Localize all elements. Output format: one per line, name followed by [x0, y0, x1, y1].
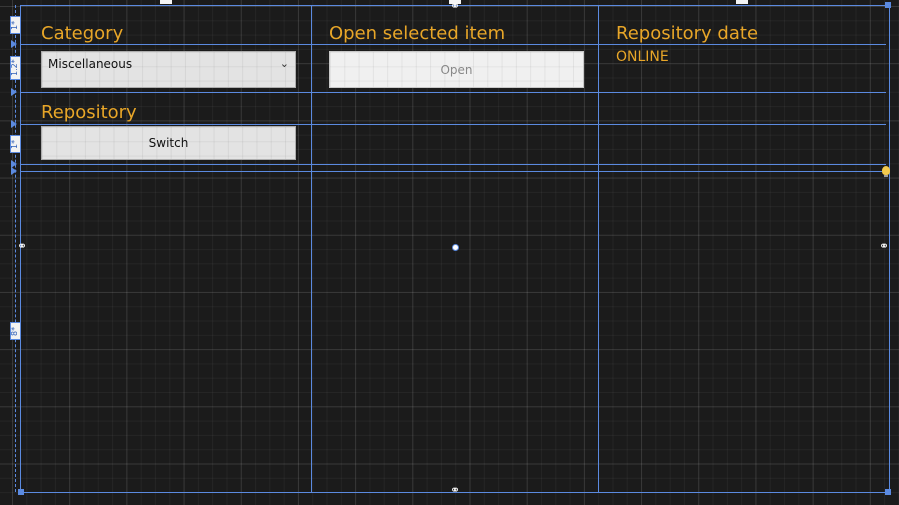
lightbulb-icon[interactable]: [882, 166, 890, 177]
switch-button-label: Switch: [148, 136, 189, 150]
row-divider: [20, 92, 886, 93]
row-marker-arrow[interactable]: [11, 40, 17, 48]
row-ruler-4[interactable]: 8*: [10, 322, 21, 340]
column-marker[interactable]: [160, 0, 172, 4]
chevron-down-icon[interactable]: ⌄: [280, 57, 289, 70]
category-combobox[interactable]: Miscellaneous ⌄: [41, 51, 296, 88]
row-divider: [20, 164, 886, 165]
anchor-icon[interactable]: ⚭: [450, 0, 460, 12]
row-ruler-3[interactable]: 1*: [10, 135, 21, 153]
open-button-label: Open: [440, 62, 473, 77]
repository-label: Repository: [41, 102, 137, 123]
center-handle[interactable]: [452, 244, 459, 251]
row-marker-arrow[interactable]: [11, 167, 17, 175]
row-divider: [20, 171, 886, 172]
category-label: Category: [41, 23, 124, 44]
row-marker-arrow[interactable]: [11, 88, 17, 96]
repository-date-label: Repository date: [616, 23, 759, 44]
anchor-icon[interactable]: ⚭: [17, 240, 27, 252]
anchor-icon[interactable]: ⚭: [879, 240, 889, 252]
resize-handle[interactable]: [885, 2, 891, 8]
open-button[interactable]: Open: [329, 51, 584, 88]
column-marker[interactable]: [736, 0, 748, 4]
row-ruler-1[interactable]: 1*: [10, 16, 21, 34]
column-divider: [311, 5, 312, 492]
open-selected-item-label: Open selected item: [329, 23, 506, 44]
resize-handle[interactable]: [885, 489, 891, 495]
switch-button[interactable]: Switch: [41, 126, 296, 160]
grid-border-right: [889, 5, 890, 492]
column-divider: [598, 5, 599, 492]
resize-handle[interactable]: [18, 489, 24, 495]
row-marker-arrow[interactable]: [11, 120, 17, 128]
anchor-icon[interactable]: ⚭: [450, 484, 460, 496]
designer-canvas[interactable]: 1* 1.2* 1* 8* Category Open selected ite…: [0, 0, 899, 505]
repository-date-value: ONLINE: [616, 49, 669, 65]
row-divider: [20, 124, 886, 125]
category-selected-value: Miscellaneous: [48, 57, 133, 71]
row-ruler-2[interactable]: 1.2*: [10, 56, 21, 80]
